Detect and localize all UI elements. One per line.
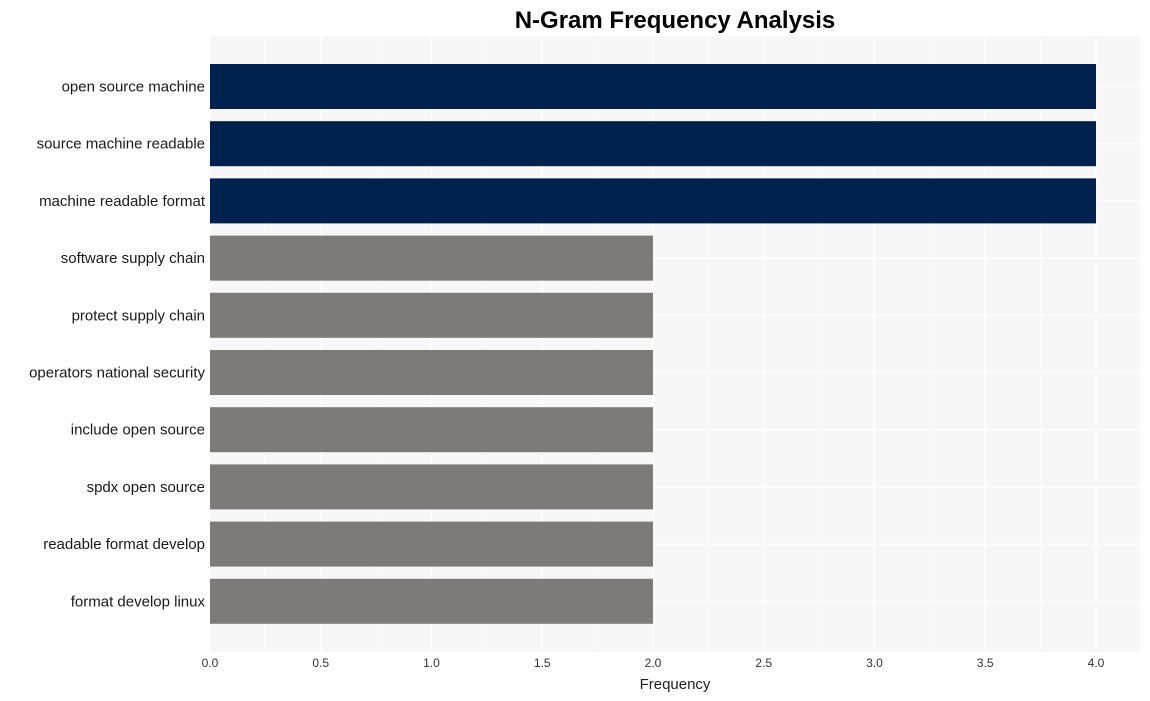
x-tick-label: 3.0 [866,656,883,670]
y-tick-label: operators national security [29,365,205,382]
bar-spdx-open-source [210,464,653,510]
x-tick-label: 0.5 [312,656,329,670]
bar-readable-format-develop [210,521,653,567]
y-tick-label: format develop linux [71,593,206,610]
bar-format-develop-linux [210,578,653,624]
y-tick-label: source machine readable [37,136,205,153]
y-axis-labels: open source machine source machine readab… [29,79,206,611]
ngram-bar-chart: N-Gram Frequency Analysis open source ma… [29,7,1140,693]
y-tick-label: software supply chain [61,250,205,267]
x-axis-ticks: 0.0 0.5 1.0 1.5 2.0 2.5 3.0 3.5 4.0 [202,656,1105,670]
y-tick-label: spdx open source [87,479,205,496]
y-tick-label: protect supply chain [72,307,205,324]
x-tick-label: 1.0 [423,656,440,670]
bar-protect-supply-chain [210,292,653,338]
x-tick-label: 0.0 [202,656,219,670]
x-tick-label: 1.5 [534,656,551,670]
x-tick-label: 3.5 [977,656,994,670]
y-tick-label: readable format develop [43,536,205,553]
x-axis-label: Frequency [640,676,711,693]
x-tick-label: 2.5 [755,656,772,670]
y-tick-label: machine readable format [39,193,206,210]
chart-title: N-Gram Frequency Analysis [515,7,836,34]
bar-source-machine-readable [210,121,1096,167]
bar-software-supply-chain [210,235,653,281]
y-tick-label: open source machine [62,79,205,96]
bar-open-source-machine [210,64,1096,109]
x-tick-label: 2.0 [645,656,662,670]
bar-include-open-source [210,407,653,453]
bar-operators-national-security [210,350,653,395]
x-tick-label: 4.0 [1088,656,1105,670]
y-tick-label: include open source [71,422,205,439]
bar-machine-readable-format [210,178,1096,224]
